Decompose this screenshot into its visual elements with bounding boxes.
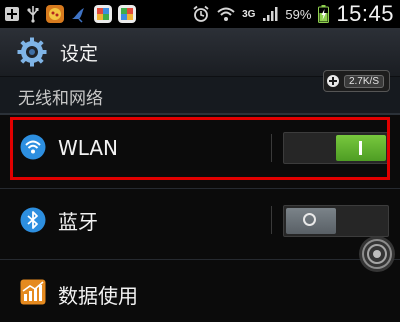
highlight-box (10, 117, 390, 180)
network-speed-badge[interactable]: 2.7K/S (322, 70, 390, 92)
speed-indicator-icon (326, 74, 340, 88)
toggle-thumb-off (286, 208, 336, 234)
section-title: 无线和网络 (18, 89, 103, 109)
signal-icon (262, 6, 278, 22)
battery-icon (318, 5, 330, 23)
row-separator (271, 206, 272, 234)
floating-assist-button[interactable] (358, 235, 396, 273)
status-bar: 3G 59% 15:45 (0, 0, 400, 28)
battery-percent: 59% (285, 6, 312, 22)
usb-icon (26, 5, 40, 23)
settings-item-bluetooth[interactable]: 蓝牙 (0, 190, 400, 250)
network-speed-text: 2.7K/S (343, 74, 384, 88)
app-icon (118, 5, 136, 23)
page-title: 设定 (60, 42, 99, 65)
bird-icon (70, 5, 88, 23)
network-type-label: 3G (242, 8, 256, 20)
divider (0, 259, 400, 260)
gear-icon (16, 36, 48, 68)
chart-icon (20, 279, 46, 305)
clock: 15:45 (336, 1, 394, 26)
settings-item-label: 蓝牙 (58, 210, 98, 234)
settings-item-label: 数据使用 (58, 284, 138, 308)
alarm-icon (192, 5, 210, 23)
notification-icons (0, 5, 136, 23)
bluetooth-icon (20, 207, 46, 233)
app-icon (94, 5, 112, 23)
system-status: 3G 59% 15:45 (192, 1, 400, 27)
divider (0, 188, 400, 189)
section-header: 无线和网络 2.7K/S (0, 70, 400, 115)
settings-item-data-usage[interactable]: 数据使用 (0, 262, 400, 322)
app-icon (46, 5, 64, 23)
wifi-icon (217, 6, 235, 22)
add-icon (4, 6, 20, 22)
bluetooth-toggle[interactable] (283, 205, 389, 237)
